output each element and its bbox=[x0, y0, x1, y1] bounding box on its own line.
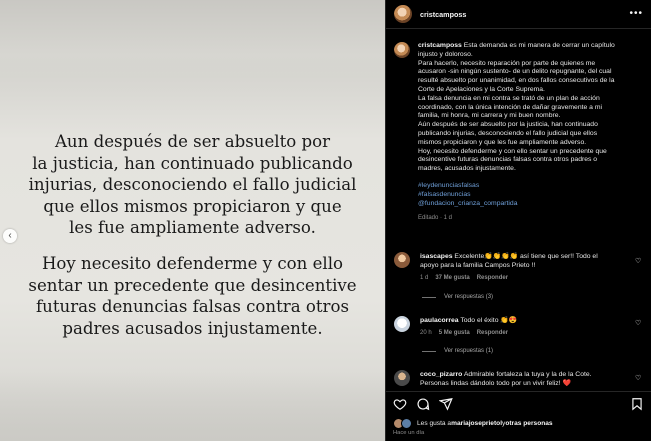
image-text-line: les fue ampliamente adverso. bbox=[69, 218, 316, 238]
image-text-line: la justicia, han continuado publicando bbox=[32, 153, 353, 173]
caption-text-line: desincentive futuras denuncias falsas co… bbox=[418, 156, 598, 164]
caption-text-line: Hoy, necesito defenderme y con ello sent… bbox=[418, 147, 607, 155]
comment-text-line: Admirable fortaleza la tuya y la de la C… bbox=[463, 371, 592, 378]
hashtag-link[interactable]: #falsasdenuncias bbox=[418, 191, 640, 200]
image-text-line: injurias, desconociendo el fallo judicia… bbox=[28, 175, 357, 195]
likes-prefix: Les gusta a bbox=[417, 420, 452, 427]
reply-button[interactable]: Responder bbox=[477, 329, 508, 338]
post-header: cristcamposs ••• bbox=[386, 0, 651, 29]
comment-text-line: Excelente👏👏👏👏 así tiene que ser!! Todo e… bbox=[454, 253, 598, 260]
replies-divider bbox=[422, 296, 436, 298]
comment-body: coco_pizarro Admirable fortaleza la tuya… bbox=[420, 370, 628, 388]
image-paragraph-1: Aun después de ser absuelto por la justi… bbox=[0, 131, 385, 239]
caption-text-line: publicando injurias, desconociendo el fa… bbox=[418, 129, 598, 137]
post-actions-bar bbox=[386, 391, 651, 415]
comment-likes[interactable]: 37 Me gusta bbox=[435, 274, 469, 283]
post-image: Aun después de ser absuelto por la justi… bbox=[0, 0, 385, 441]
more-options-icon[interactable]: ••• bbox=[629, 9, 643, 19]
comment-meta: 20 h 5 Me gusta Responder bbox=[420, 329, 628, 338]
likes-summary[interactable]: Les gusta a mariajoseprietol y otras per… bbox=[393, 418, 553, 429]
comments-scroll-area[interactable]: cristcamposs Esta demanda es mi manera d… bbox=[386, 30, 651, 391]
comment-text-line: Todo el éxito 👏😍 bbox=[460, 317, 518, 324]
image-text-line: Hoy necesito defenderme y con ello bbox=[41, 254, 344, 273]
liker-avatar bbox=[401, 418, 412, 429]
comment-item: isascapes Excelente👏👏👏👏 así tiene que se… bbox=[394, 252, 651, 283]
image-text-line: Aun después de ser absuelto por bbox=[54, 132, 331, 151]
hashtag-link[interactable]: #leydenunciasfalsas bbox=[418, 182, 640, 191]
image-text-line: futuras denuncias falsas contra otros bbox=[36, 297, 349, 317]
comment-like-icon[interactable]: ♡ bbox=[635, 375, 643, 383]
commenter-avatar[interactable] bbox=[394, 252, 410, 268]
caption-author-avatar[interactable] bbox=[394, 42, 410, 58]
edited-label: Editado · 1 d bbox=[418, 215, 453, 222]
commenter-username[interactable]: paulacorrea bbox=[420, 317, 459, 324]
post-caption: cristcamposs Esta demanda es mi manera d… bbox=[386, 30, 651, 223]
comment-body: isascapes Excelente👏👏👏👏 así tiene que se… bbox=[420, 252, 628, 283]
comment-text-line: apoyo para la familia Campos Prieto !! bbox=[420, 262, 536, 269]
caption-text-line: coordinado, con la única intención de da… bbox=[418, 103, 603, 111]
caption-text-line: resulté absuelto por unanimidad, en dos … bbox=[418, 77, 615, 85]
author-avatar[interactable] bbox=[394, 5, 412, 23]
comment-item: paulacorrea Todo el éxito 👏😍 20 h 5 Me g… bbox=[394, 316, 651, 338]
comment-icon[interactable] bbox=[416, 397, 430, 411]
caption-text-line: La falsa denuncia en mi contra se trató … bbox=[418, 94, 600, 102]
comment-text-line: Personas lindas dándolo todo por un vivi… bbox=[420, 380, 571, 387]
caption-text-line: acusaron -sin ningún sustento- de un del… bbox=[418, 68, 612, 76]
comment-likes[interactable]: 5 Me gusta bbox=[439, 329, 470, 338]
comment-time: 20 h bbox=[420, 330, 432, 336]
view-replies-label: Ver respuestas (3) bbox=[444, 294, 494, 300]
caption-text-line: injusto y doloroso. bbox=[418, 50, 473, 58]
mention-link[interactable]: @fundacion_crianza_compartida bbox=[418, 200, 640, 209]
comment-like-icon[interactable]: ♡ bbox=[635, 320, 643, 328]
caption-username[interactable]: cristcamposs bbox=[418, 42, 462, 49]
image-text-line: que ellos mismos propiciaron y que bbox=[43, 196, 342, 216]
commenter-username[interactable]: isascapes bbox=[420, 253, 453, 260]
comment-like-icon[interactable]: ♡ bbox=[635, 258, 643, 266]
view-replies-label: Ver respuestas (1) bbox=[444, 348, 494, 354]
author-username[interactable]: cristcamposs bbox=[420, 10, 466, 19]
caption-text-line: Aún después de ser absuelto por la justi… bbox=[418, 121, 598, 129]
post-details-panel: cristcamposs ••• cristcamposs Esta deman… bbox=[385, 0, 651, 441]
bookmark-icon[interactable] bbox=[630, 397, 644, 411]
previous-slide-button[interactable]: ‹ bbox=[3, 229, 17, 243]
image-paragraph-2: Hoy necesito defenderme y con ello senta… bbox=[0, 253, 385, 339]
likes-others[interactable]: otras personas bbox=[505, 420, 552, 427]
comment-body: paulacorrea Todo el éxito 👏😍 20 h 5 Me g… bbox=[420, 316, 628, 338]
image-text-line: sentar un precedente que desincentive bbox=[28, 275, 357, 295]
view-replies-button[interactable]: Ver respuestas (3) bbox=[422, 294, 493, 300]
commenter-avatar[interactable] bbox=[394, 316, 410, 332]
caption-text-line: familia, mi honra, mi carrera y mi buen … bbox=[418, 112, 561, 120]
comment-time: 1 d bbox=[420, 275, 429, 281]
view-replies-button[interactable]: Ver respuestas (1) bbox=[422, 348, 493, 354]
caption-text-line: Esta demanda es mi manera de cerrar un c… bbox=[463, 42, 615, 49]
caption-text-line: Para hacerlo, necesito reparación por pa… bbox=[418, 59, 596, 67]
commenter-username[interactable]: coco_pizarro bbox=[420, 371, 462, 378]
commenter-avatar[interactable] bbox=[394, 370, 410, 386]
replies-divider bbox=[422, 350, 436, 352]
comment-item: coco_pizarro Admirable fortaleza la tuya… bbox=[394, 370, 651, 388]
like-icon[interactable] bbox=[393, 397, 407, 411]
likers-avatars bbox=[393, 418, 413, 429]
image-text-line: padres acusados injustamente. bbox=[62, 318, 323, 338]
caption-text-line: madres, acusados injustamente. bbox=[418, 165, 516, 173]
caption-text-line: mismos propiciaron y que les fue ampliam… bbox=[418, 138, 587, 146]
reply-button[interactable]: Responder bbox=[477, 274, 508, 283]
caption-text-line: Corte de Apelaciones y la Corte Suprema. bbox=[418, 85, 545, 93]
comment-meta: 1 d 37 Me gusta Responder bbox=[420, 274, 628, 283]
likes-user[interactable]: mariajoseprietol bbox=[451, 420, 502, 427]
caption-body: cristcamposs Esta demanda es mi manera d… bbox=[418, 42, 640, 223]
post-time-ago: Hace un día bbox=[393, 430, 425, 436]
share-icon[interactable] bbox=[439, 397, 453, 411]
